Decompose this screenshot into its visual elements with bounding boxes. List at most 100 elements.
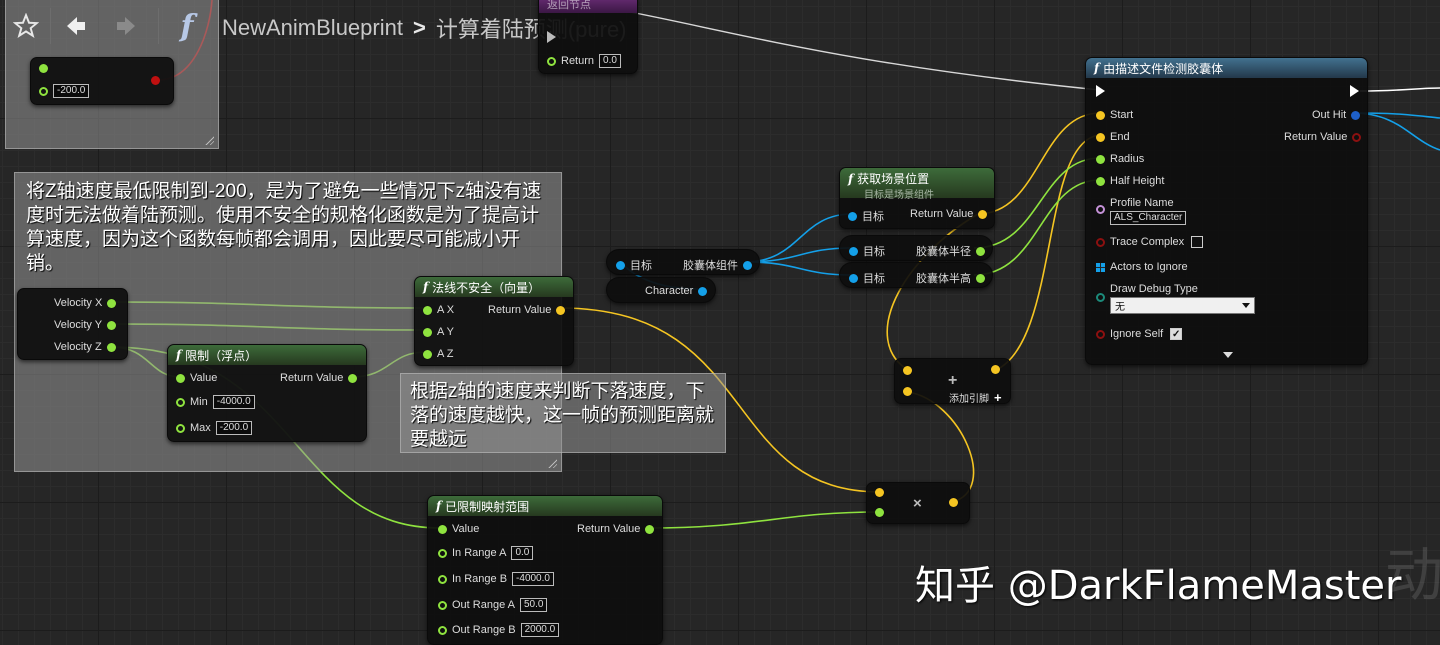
float-pin[interactable] xyxy=(106,342,116,352)
constant-node[interactable]: -200.0 xyxy=(30,57,174,105)
capsule-component-node[interactable]: 目标 胶囊体组件 xyxy=(606,249,760,275)
float-pin[interactable] xyxy=(176,397,185,407)
capsule-half-height-node[interactable]: 目标 胶囊体半高 xyxy=(839,262,993,288)
float-pin[interactable] xyxy=(423,349,432,359)
array-pin-icon[interactable] xyxy=(1096,262,1105,272)
vector-pin[interactable] xyxy=(978,209,988,219)
float-pin[interactable] xyxy=(875,508,884,517)
float-pin[interactable] xyxy=(976,246,985,256)
forward-button[interactable] xyxy=(106,8,146,44)
float-pin[interactable] xyxy=(438,574,447,584)
exec-in-pin[interactable] xyxy=(1096,85,1105,97)
star-button[interactable] xyxy=(4,8,48,44)
float-pin[interactable] xyxy=(423,327,432,337)
float-pin[interactable] xyxy=(438,524,447,534)
output-pin[interactable] xyxy=(151,76,160,85)
constant-value-row: -200.0 xyxy=(39,84,90,98)
breadcrumb-root[interactable]: NewAnimBlueprint xyxy=(222,15,403,41)
back-button[interactable] xyxy=(56,8,96,44)
enum-pin[interactable] xyxy=(1096,293,1105,302)
vector-pin[interactable] xyxy=(1096,110,1105,120)
object-pin[interactable] xyxy=(849,246,858,256)
float-pin[interactable] xyxy=(176,373,185,383)
exec-pin[interactable] xyxy=(547,31,556,43)
capsule-radius-node[interactable]: 目标 胶囊体半径 xyxy=(839,235,993,261)
bool-pin[interactable] xyxy=(1096,237,1105,247)
function-button[interactable]: f xyxy=(164,6,210,46)
multiply-node[interactable]: × xyxy=(866,482,970,524)
pin-label: Return Value xyxy=(1284,131,1348,143)
return-value-field[interactable]: 0.0 xyxy=(599,54,621,68)
wire xyxy=(744,261,853,276)
expand-arrow-icon[interactable] xyxy=(1223,352,1233,358)
range-return-row: Return Value xyxy=(577,523,655,535)
out-range-a-field[interactable]: 50.0 xyxy=(520,598,548,612)
bool-pin[interactable] xyxy=(1096,329,1105,339)
clamp-float-node[interactable]: f 限制（浮点） Value Return Value Min -4000.0 … xyxy=(167,344,367,442)
float-pin[interactable] xyxy=(176,423,185,433)
struct-pin[interactable] xyxy=(1351,110,1361,120)
float-pin[interactable] xyxy=(107,320,117,330)
object-pin[interactable] xyxy=(743,260,752,270)
pin-label: Return Value xyxy=(280,372,344,384)
in-range-b-field[interactable]: -4000.0 xyxy=(512,572,554,586)
capsule-trace-by-profile-node[interactable]: f 由描述文件检测胶囊体 Start Out Hit End Return Va… xyxy=(1085,57,1368,365)
object-pin[interactable] xyxy=(849,273,858,283)
float-pin[interactable] xyxy=(438,600,447,610)
object-pin[interactable] xyxy=(698,286,708,296)
profile-name-field[interactable]: ALS_Character xyxy=(1110,211,1187,225)
object-pin[interactable] xyxy=(848,211,857,221)
float-pin[interactable] xyxy=(39,64,48,73)
resize-grip[interactable] xyxy=(547,458,557,468)
float-pin[interactable] xyxy=(423,305,432,315)
name-pin[interactable] xyxy=(1096,205,1105,214)
return-node[interactable]: 返回节点 Return 0.0 xyxy=(538,0,638,74)
vector-pin[interactable] xyxy=(1096,132,1105,142)
vector-pin[interactable] xyxy=(903,387,912,396)
function-icon: f xyxy=(180,8,194,44)
draw-debug-dropdown[interactable]: 无 xyxy=(1110,297,1255,314)
out-range-b-field[interactable]: 2000.0 xyxy=(520,623,560,637)
min-value-field[interactable]: -4000.0 xyxy=(212,395,255,409)
vector-pin[interactable] xyxy=(949,498,958,507)
constant-value-field[interactable]: -200.0 xyxy=(53,84,90,98)
break-vector-node[interactable]: Velocity X Velocity Y Velocity Z xyxy=(17,288,128,360)
float-pin[interactable] xyxy=(107,298,117,308)
break-pin-row: Velocity Z xyxy=(54,341,116,353)
vector-pin[interactable] xyxy=(991,365,1000,374)
float-pin[interactable] xyxy=(39,86,48,96)
resize-grip[interactable] xyxy=(204,135,214,145)
float-pin[interactable] xyxy=(645,524,655,534)
trace-complex-checkbox[interactable] xyxy=(1191,236,1204,248)
component-row: 胶囊体组件 xyxy=(683,257,752,273)
breadcrumb-separator: > xyxy=(412,15,426,40)
character-node[interactable]: Character xyxy=(606,277,716,303)
normal-az-row: A Z xyxy=(423,348,454,360)
float-pin[interactable] xyxy=(547,56,556,66)
vector-pin[interactable] xyxy=(875,488,884,497)
float-pin[interactable] xyxy=(348,373,358,383)
float-pin[interactable] xyxy=(1096,154,1105,164)
max-value-field[interactable]: -200.0 xyxy=(215,421,253,435)
multiply-input-a xyxy=(875,488,884,497)
float-pin[interactable] xyxy=(1096,176,1105,186)
bool-pin[interactable] xyxy=(1352,132,1362,142)
exec-out-pin[interactable] xyxy=(1350,85,1359,97)
normal-unsafe-node[interactable]: f 法线不安全（向量） A X Return Value A Y A Z xyxy=(414,276,574,366)
vector-pin[interactable] xyxy=(903,366,912,375)
vector-pin[interactable] xyxy=(556,305,566,315)
float-pin[interactable] xyxy=(438,548,447,558)
float-pin[interactable] xyxy=(438,625,447,635)
ignore-self-checkbox[interactable]: ✓ xyxy=(1170,328,1183,340)
function-icon: f xyxy=(1094,61,1100,75)
float-pin[interactable] xyxy=(976,273,985,283)
add-vector-node[interactable]: + 添加引脚 + xyxy=(894,358,1011,405)
object-pin[interactable] xyxy=(616,260,625,270)
pin-label: Return Value xyxy=(577,523,641,535)
get-world-location-node[interactable]: f 获取场景位置 目标是场景组件 目标 Return Value xyxy=(839,167,995,229)
clamp-title: 限制（浮点） xyxy=(185,348,258,363)
in-range-a-field[interactable]: 0.0 xyxy=(511,546,534,560)
add-pin-button[interactable]: 添加引脚 + xyxy=(949,390,1002,405)
halfheight-output-row: 胶囊体半高 xyxy=(916,270,985,286)
map-range-clamped-node[interactable]: f 已限制映射范围 Value Return Value In Range A … xyxy=(427,495,663,645)
